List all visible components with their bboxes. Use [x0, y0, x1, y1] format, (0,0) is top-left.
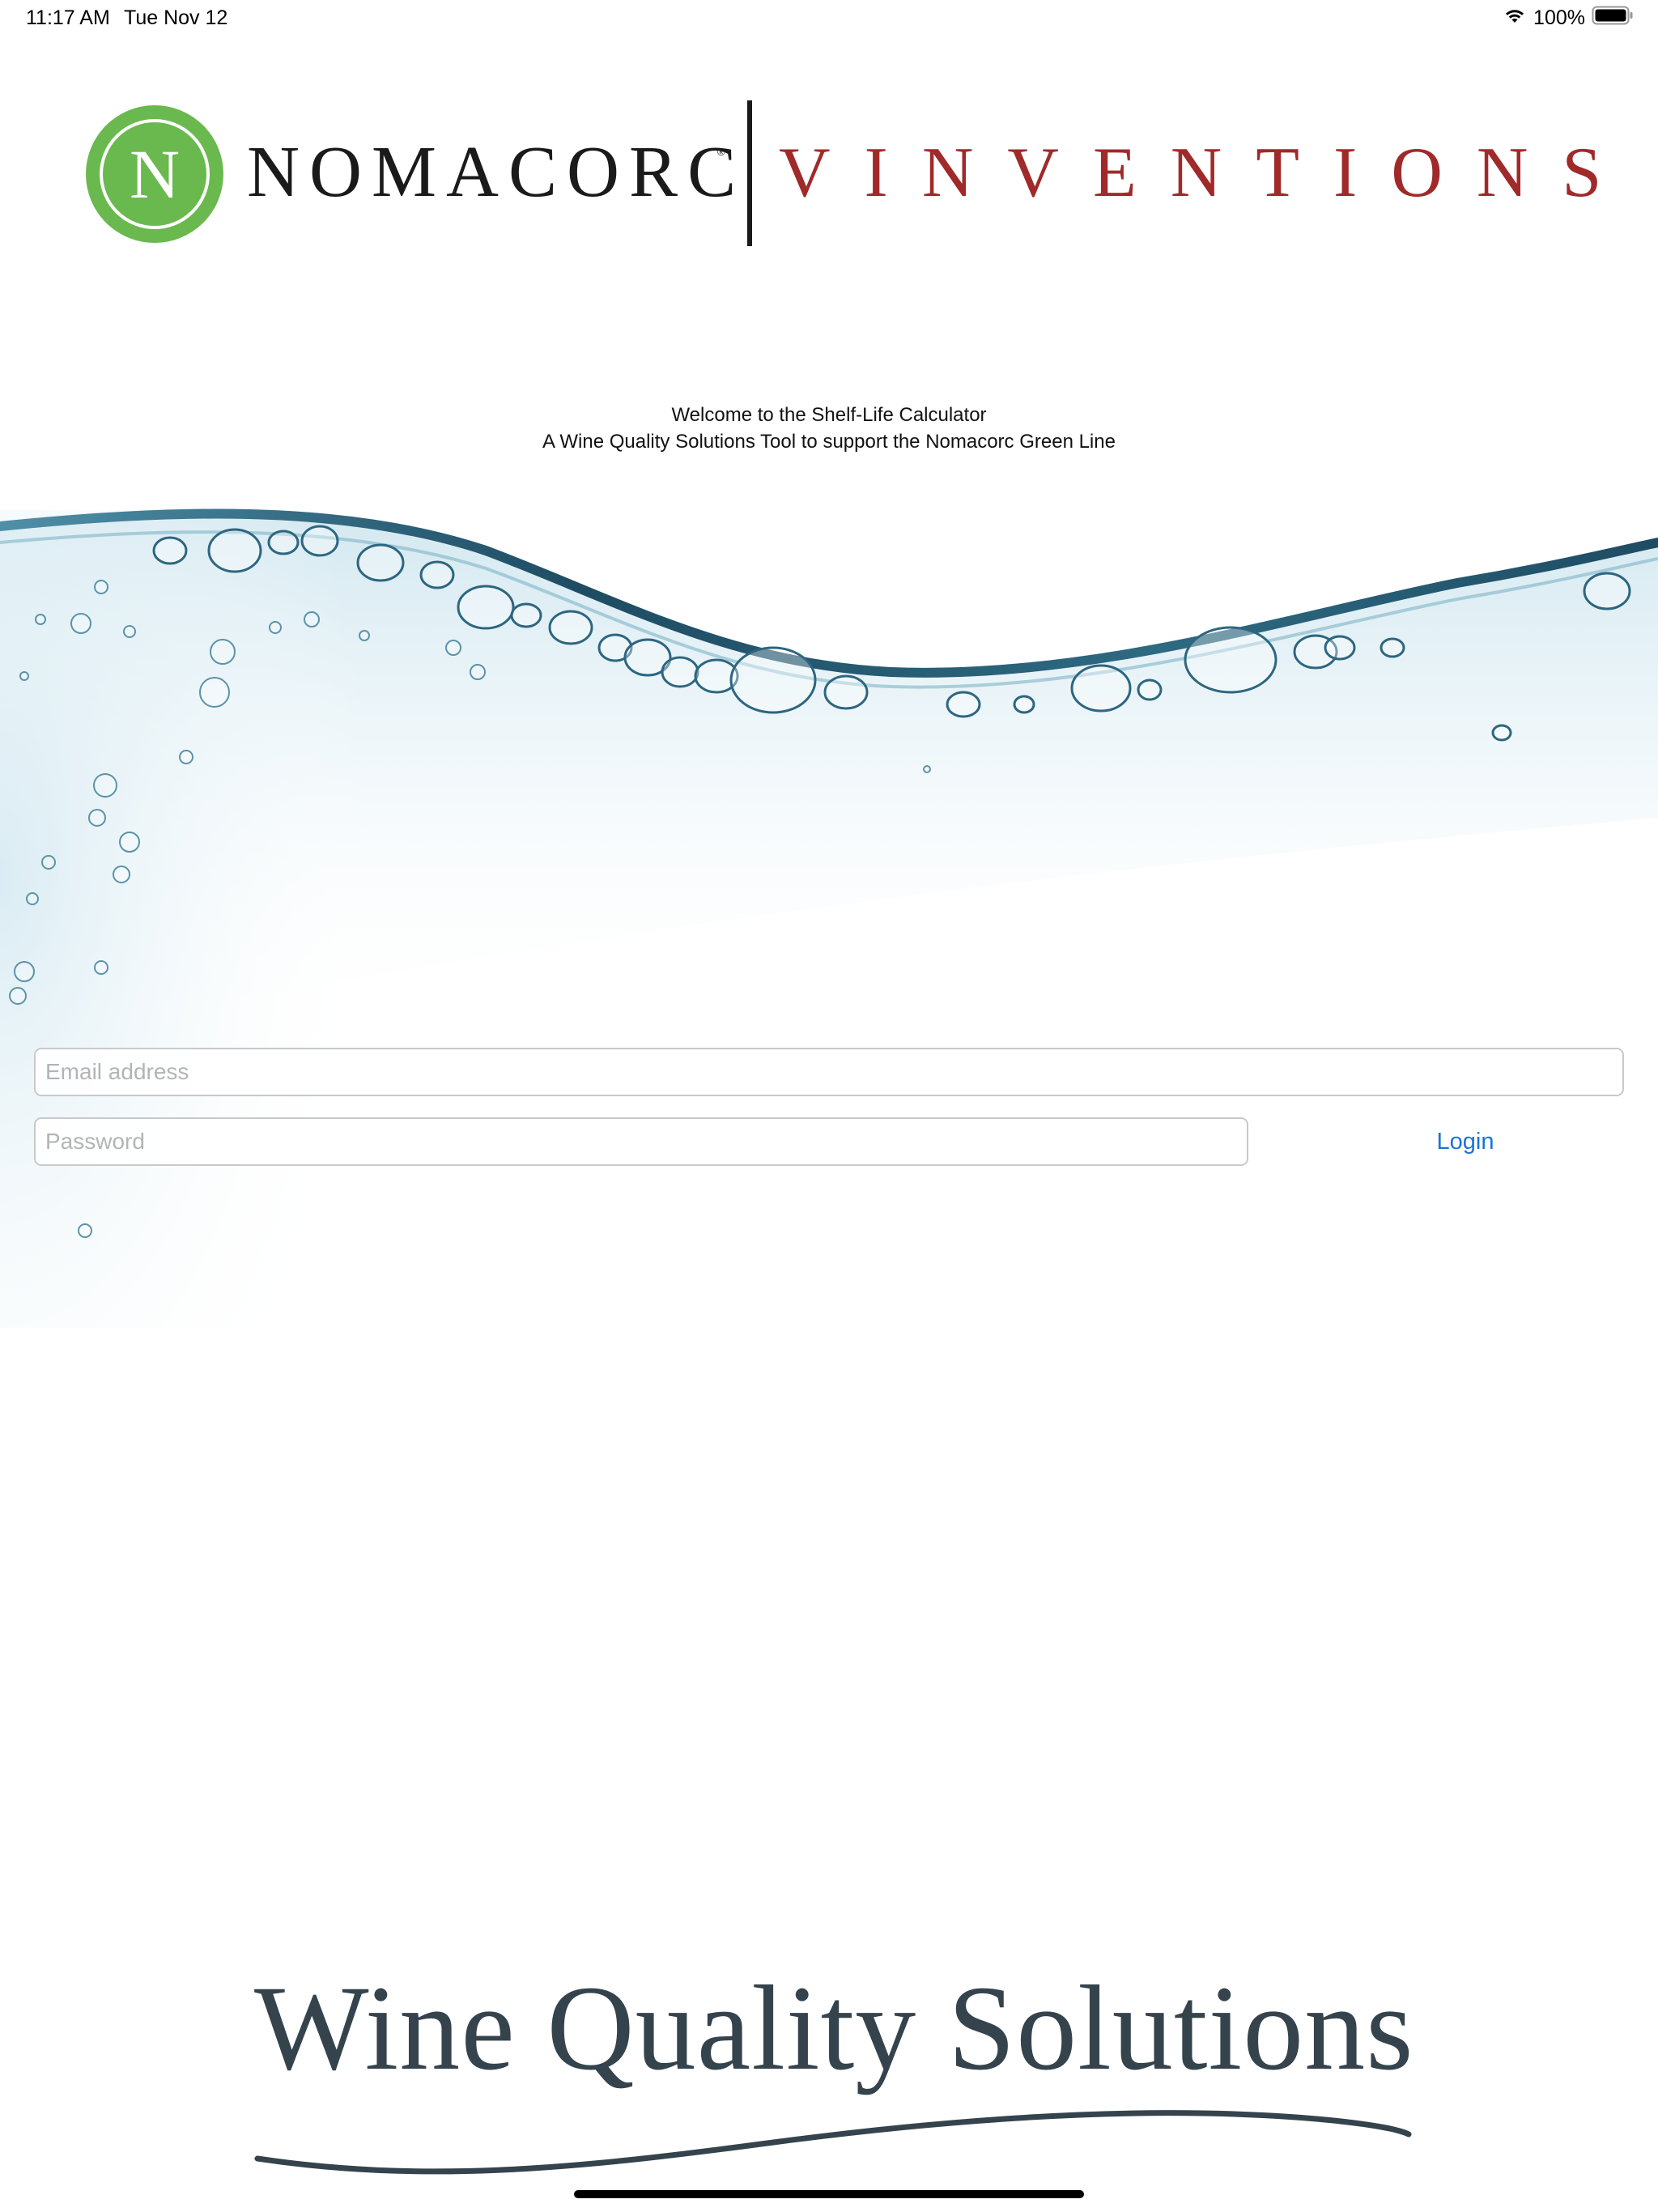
welcome-subtitle: A Wine Quality Solutions Tool to support… [542, 431, 1116, 453]
password-field[interactable] [34, 1117, 1248, 1166]
status-time: 11:17 AM [26, 6, 110, 29]
login-button[interactable]: Login [1409, 1117, 1522, 1166]
welcome-title: Welcome to the Shelf-Life Calculator [671, 404, 987, 426]
nomacorc-badge-logo: N [86, 105, 223, 243]
battery-percentage: 100% [1533, 6, 1585, 29]
water-bubbles-image [0, 478, 1658, 1328]
home-indicator[interactable] [574, 2190, 1084, 2198]
wine-quality-solutions-logo: Wine Quality Solutions [243, 1943, 1425, 2186]
welcome-message: Welcome to the Shelf-Life Calculator A W… [0, 402, 1658, 455]
status-date: Tue Nov 12 [124, 6, 228, 29]
email-field[interactable] [34, 1048, 1624, 1096]
registered-mark: ® [717, 146, 725, 158]
nomacorc-wordmark: NOMACORC [247, 132, 746, 212]
wine-quality-solutions-wordmark: Wine Quality Solutions [254, 1961, 1414, 2095]
login-screen: 11:17 AM Tue Nov 12 100% N NOMACORC ® VI… [0, 0, 1658, 2212]
status-bar: 11:17 AM Tue Nov 12 100% [0, 0, 1658, 39]
badge-letter: N [130, 135, 180, 213]
brand-header: N NOMACORC ® VINVENTIONS [0, 97, 1658, 259]
battery-full-icon [1592, 5, 1634, 32]
brand-divider [747, 100, 752, 246]
wifi-icon [1503, 6, 1527, 31]
swoosh-underline [254, 2110, 1412, 2175]
vinventions-wordmark: VINVENTIONS [779, 134, 1636, 212]
status-indicators: 100% [1503, 5, 1634, 32]
